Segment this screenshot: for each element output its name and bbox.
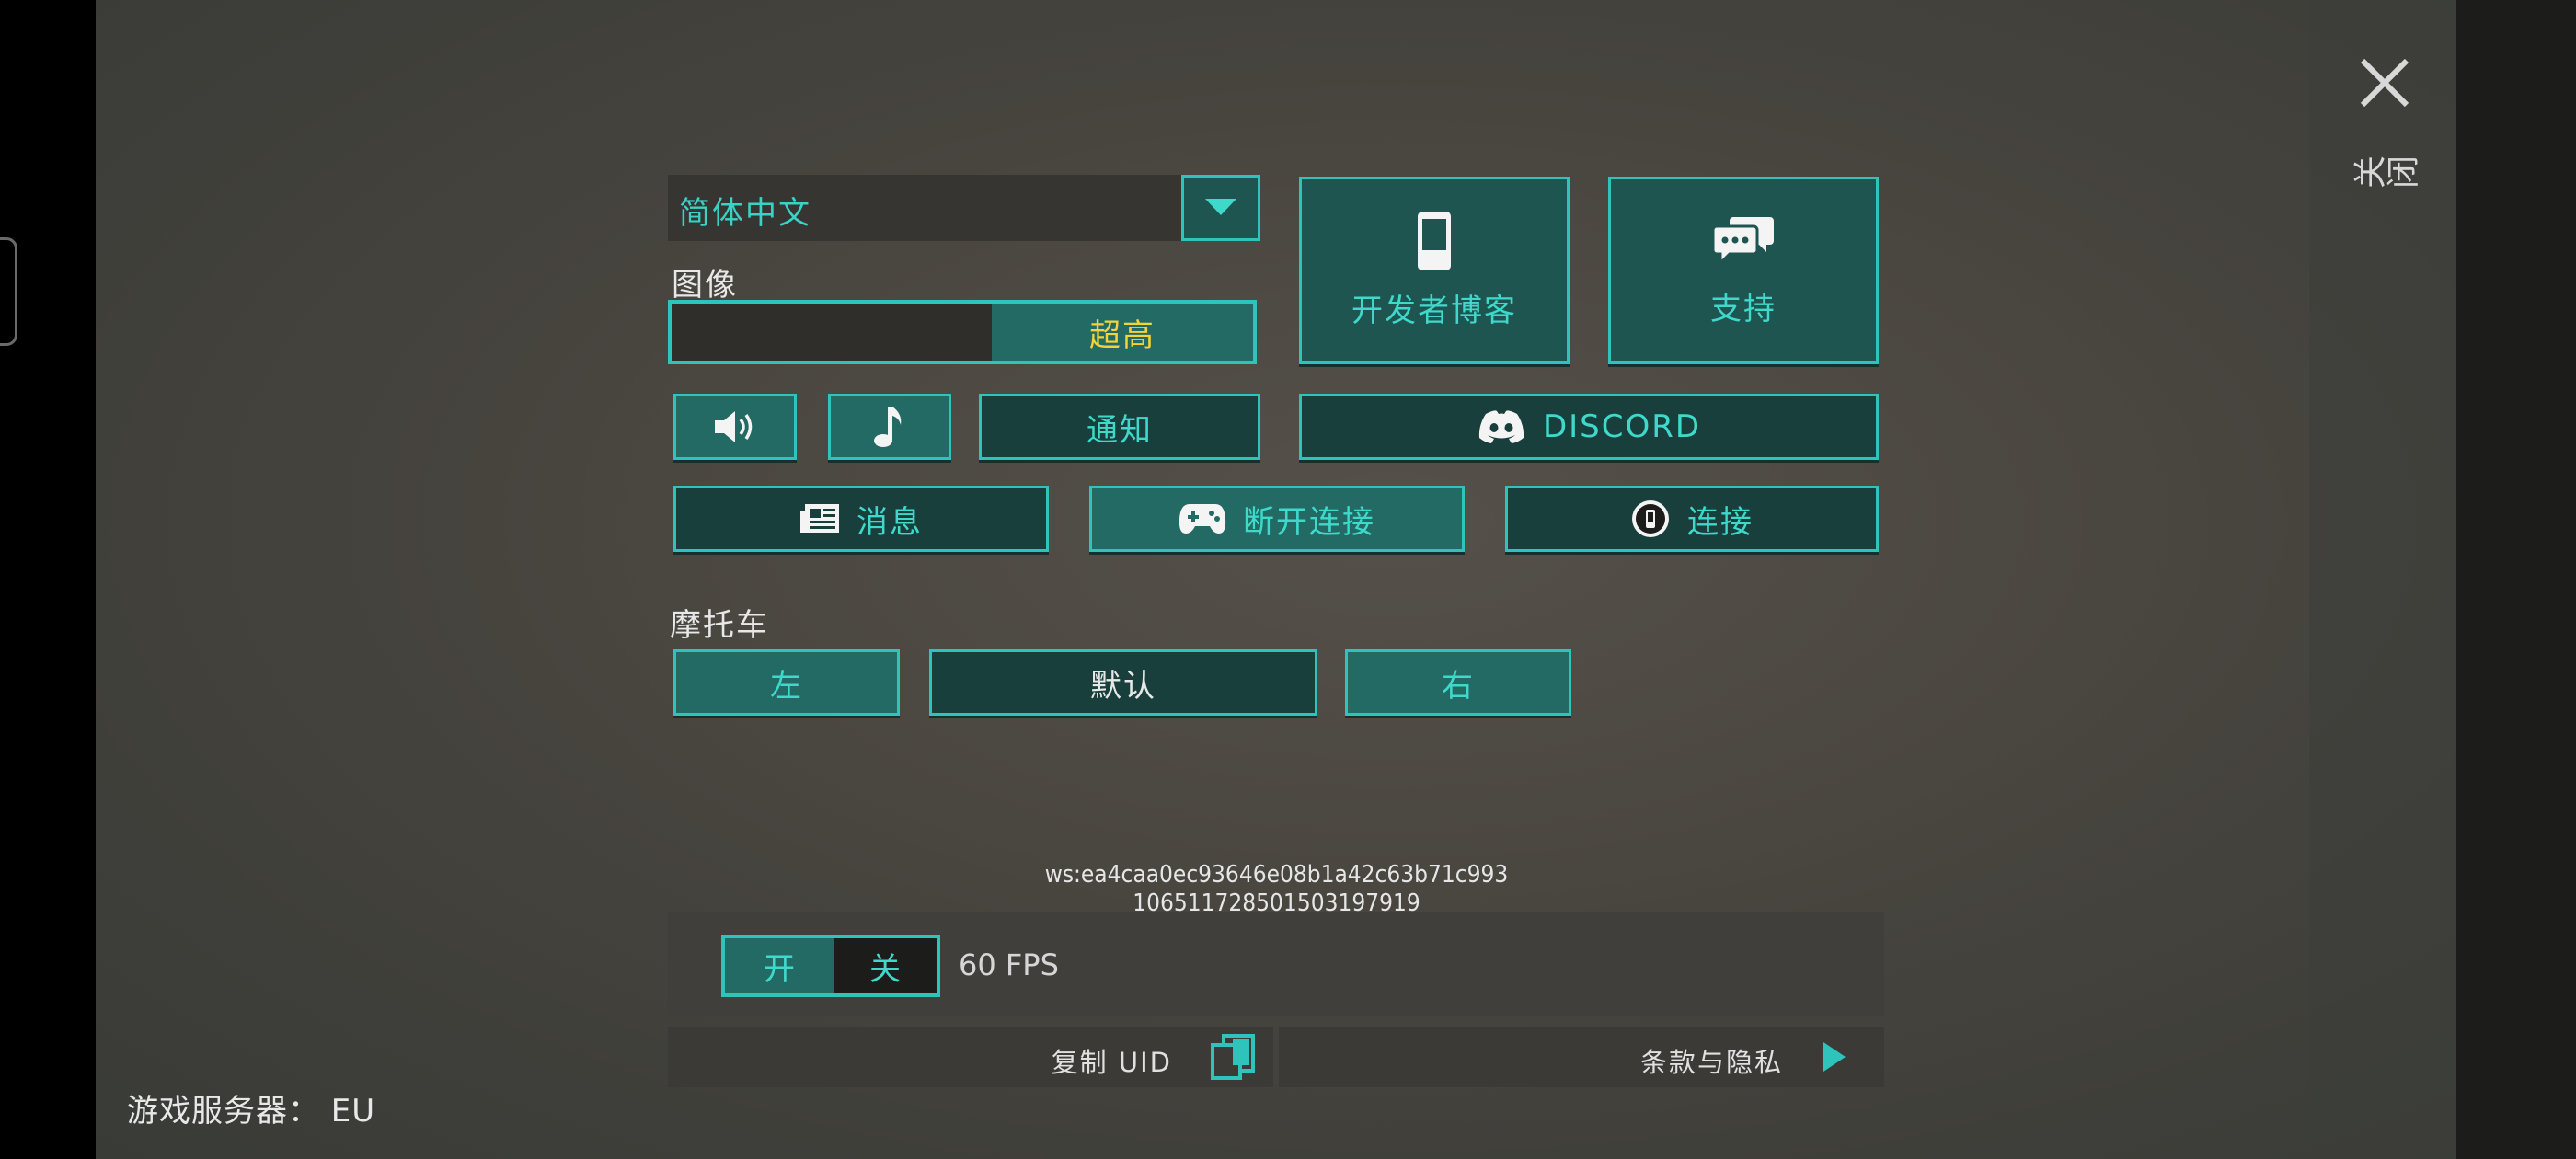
graphics-label: 图像 <box>672 267 738 304</box>
disconnect-label: 断开连接 <box>1243 503 1375 541</box>
news-button[interactable]: 消息 <box>673 486 1049 552</box>
connect-device-button[interactable]: 连接 <box>1505 486 1879 552</box>
notifications-label: 通知 <box>1087 411 1153 449</box>
play-arrow-icon <box>1823 1042 1846 1072</box>
graphics-quality-fill: 超高 <box>992 304 1253 361</box>
motorbike-label: 摩托车 <box>670 607 769 644</box>
connect-label: 连接 <box>1687 503 1754 541</box>
phone-icon <box>1418 211 1451 270</box>
dev-blog-button[interactable]: 开发者博客 <box>1299 177 1570 364</box>
fps-toggle[interactable]: 开 关 <box>721 935 940 997</box>
newspaper-icon <box>799 503 840 534</box>
motorbike-right-label: 右 <box>1442 667 1475 705</box>
screen-edge <box>2456 0 2576 1159</box>
news-label: 消息 <box>857 503 923 541</box>
copy-uid-label: 复制 UID <box>1051 1047 1172 1078</box>
settings-screen: 简体中文 图像 超高 开发者博客 支持 通知 DISCORD 消息 断开连接 连… <box>0 0 2576 1159</box>
fps-value: 60 FPS <box>959 947 1059 982</box>
terms-privacy-label: 条款与隐私 <box>1639 1047 1783 1078</box>
close-icon[interactable] <box>2357 55 2412 110</box>
copy-uid-button[interactable]: 复制 UID <box>668 1027 1273 1087</box>
left-edge-handle <box>0 237 17 346</box>
motorbike-left-label: 左 <box>770 667 803 705</box>
fps-on-option[interactable]: 开 <box>725 938 834 993</box>
music-toggle-button[interactable] <box>828 394 951 460</box>
notifications-button[interactable]: 通知 <box>979 394 1260 460</box>
copy-icon <box>1211 1034 1255 1080</box>
disconnect-controller-button[interactable]: 断开连接 <box>1089 486 1465 552</box>
motorbike-left-button[interactable]: 左 <box>673 649 900 716</box>
discord-button[interactable]: DISCORD <box>1299 394 1879 460</box>
discord-label: DISCORD <box>1542 408 1702 445</box>
support-label: 支持 <box>1710 290 1777 327</box>
phone-circle-icon <box>1630 499 1671 539</box>
game-server-label: 游戏服务器： EU <box>127 1093 376 1130</box>
graphics-quality-value: 超高 <box>1089 316 1156 354</box>
fps-off-option[interactable]: 关 <box>834 938 937 993</box>
motorbike-default-button[interactable]: 默认 <box>929 649 1317 716</box>
uid-text: ws:ea4caa0ec93646e08b1a42c63b71c993 1065… <box>920 861 1633 918</box>
graphics-quality-slider[interactable]: 超高 <box>668 300 1257 364</box>
motorbike-right-button[interactable]: 右 <box>1345 649 1571 716</box>
dropdown-button[interactable] <box>1181 175 1260 241</box>
terms-privacy-button[interactable]: 条款与隐私 <box>1279 1027 1884 1087</box>
sound-toggle-button[interactable] <box>673 394 797 460</box>
chat-bubbles-icon <box>1711 216 1774 265</box>
gamepad-icon <box>1179 502 1226 535</box>
chevron-down-icon <box>1205 199 1236 215</box>
discord-icon <box>1477 408 1526 445</box>
uid-line-1: ws:ea4caa0ec93646e08b1a42c63b71c993 <box>1044 861 1509 889</box>
motorbike-default-label: 默认 <box>1090 667 1156 705</box>
music-note-icon <box>874 407 902 447</box>
support-button[interactable]: 支持 <box>1608 177 1879 364</box>
language-value: 简体中文 <box>679 195 811 232</box>
dev-blog-label: 开发者博客 <box>1351 292 1517 329</box>
language-select[interactable]: 简体中文 <box>668 175 1260 241</box>
close-label[interactable]: 关闭 <box>2352 155 2419 201</box>
speaker-icon <box>715 411 753 442</box>
